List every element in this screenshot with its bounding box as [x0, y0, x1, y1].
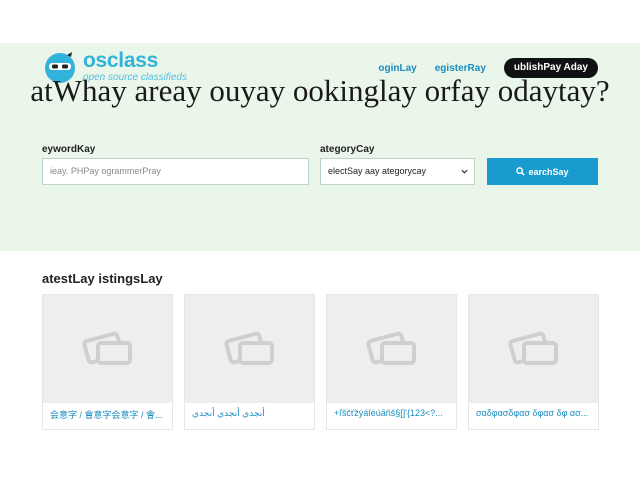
- image-placeholder-icon: [365, 331, 416, 365]
- keyword-input[interactable]: ieay. PHPay ogrammerPray: [42, 158, 309, 185]
- listing-card[interactable]: σαδφασδφασ δφασ δφ ασ...: [468, 294, 599, 430]
- image-placeholder-icon: [81, 331, 132, 365]
- category-selected-value: electSay aay ategorycay: [328, 166, 427, 176]
- image-placeholder-icon: [223, 331, 274, 365]
- listing-title[interactable]: +ľščťžýáíéúäňš§[]'{123<?...: [327, 403, 456, 418]
- chevron-down-icon: [461, 169, 468, 174]
- login-link[interactable]: oginLay: [378, 63, 416, 74]
- keyword-label: eywordKay: [42, 144, 96, 155]
- category-label: ategoryCay: [320, 144, 375, 155]
- register-link[interactable]: egisterRay: [435, 63, 486, 74]
- listing-title[interactable]: 会意字 / 會意字会意字 / 會...: [43, 403, 172, 421]
- search-icon: [516, 167, 526, 176]
- listing-title[interactable]: أنجدي أنجدي أنجدي: [185, 403, 314, 419]
- listing-image-placeholder: [469, 295, 598, 403]
- search-button-label: earchSay: [528, 166, 569, 177]
- logo-name: osclass: [83, 49, 158, 72]
- latest-listings-title: atestLay istingsLay: [42, 271, 163, 286]
- search-button[interactable]: earchSay: [487, 158, 598, 185]
- image-placeholder-icon: [507, 331, 558, 365]
- listing-card[interactable]: 会意字 / 會意字会意字 / 會...: [42, 294, 173, 430]
- listing-title[interactable]: σαδφασδφασ δφασ δφ ασ...: [469, 403, 598, 418]
- listing-image-placeholder: [43, 295, 172, 403]
- hero-headline: atWhay areay ouyay ookinglay orfay odayt…: [30, 73, 610, 108]
- listing-card[interactable]: +ľščťžýáíéúäňš§[]'{123<?...: [326, 294, 457, 430]
- listing-image-placeholder: [185, 295, 314, 403]
- category-select[interactable]: electSay aay ategorycay: [320, 158, 475, 185]
- listing-image-placeholder: [327, 295, 456, 403]
- top-gap: [0, 0, 640, 43]
- listing-card[interactable]: أنجدي أنجدي أنجدي: [184, 294, 315, 430]
